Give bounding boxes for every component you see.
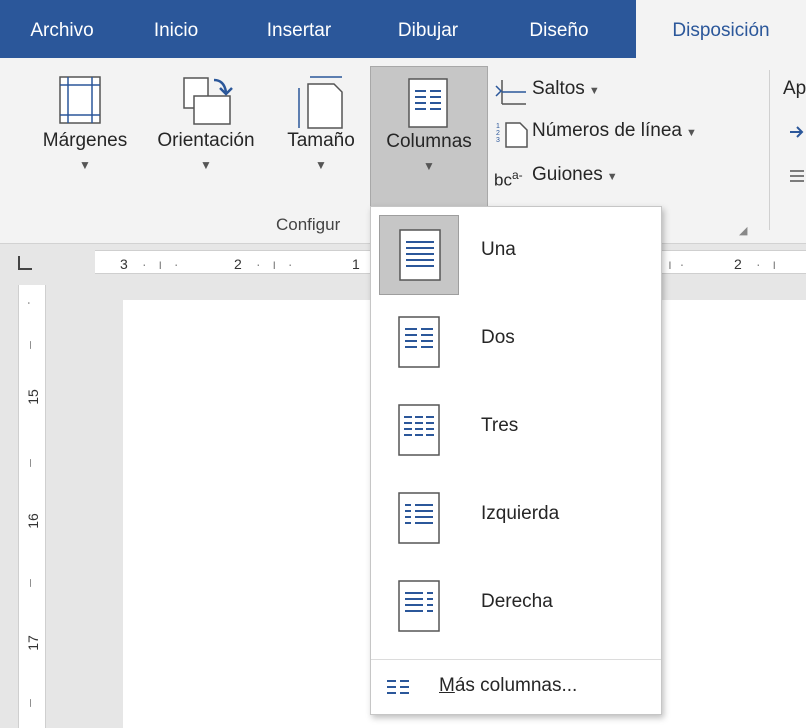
chevron-down-icon: ▼: [200, 158, 212, 172]
three-columns-icon-box: [379, 391, 459, 471]
ruler-tick: · ı ·: [142, 256, 179, 272]
columns-option-izquierda[interactable]: Izquierda: [377, 475, 655, 559]
breaks-icon: [495, 80, 526, 105]
chevron-down-icon: ▼: [315, 158, 327, 172]
size-button[interactable]: Tamaño ▼: [272, 66, 370, 236]
columns-option-label: Dos: [481, 327, 515, 348]
next-group-clipped-label: Ap: [783, 78, 806, 99]
dialog-launcher-icon[interactable]: ◢: [739, 224, 747, 237]
columns-option-label: Derecha: [481, 591, 553, 612]
tab-diseno[interactable]: Diseño: [514, 0, 604, 58]
columns-dropdown-menu: Una Dos Tres Izquierda Derecha Más colum…: [370, 206, 662, 715]
left-column-icon: [398, 492, 440, 544]
tab-selector-icon[interactable]: [18, 256, 32, 270]
hyphenation-label: Guiones ▼: [532, 164, 618, 185]
tab-dibujar[interactable]: Dibujar: [380, 0, 476, 58]
ribbon-tab-bar: Archivo Inicio Insertar Dibujar Diseño D…: [0, 0, 806, 58]
ruler-number: 16: [24, 513, 41, 529]
margins-button[interactable]: Márgenes ▼: [26, 66, 144, 236]
chevron-down-icon: ▼: [79, 158, 91, 172]
columns-option-una[interactable]: Una: [377, 211, 655, 295]
indent-icon[interactable]: [788, 124, 806, 140]
menu-divider: [371, 659, 661, 660]
svg-text:2: 2: [496, 130, 500, 137]
hyphenation-icon: bca-: [494, 168, 523, 190]
columns-icon: [408, 78, 448, 128]
columns-option-label: Izquierda: [481, 503, 560, 524]
chevron-down-icon: ▼: [685, 127, 697, 139]
chevron-down-icon: ▼: [606, 171, 618, 183]
three-columns-icon: [398, 404, 440, 456]
ruler-tick: –: [20, 699, 37, 707]
ruler-tick: ·: [19, 300, 36, 306]
orientation-button[interactable]: Orientación ▼: [142, 66, 270, 236]
right-column-icon: [398, 580, 440, 632]
line-numbers-label: Números de línea ▼: [532, 120, 697, 141]
tab-inicio[interactable]: Inicio: [136, 0, 216, 58]
tab-disposicion[interactable]: Disposición: [636, 0, 806, 58]
svg-text:1: 1: [496, 123, 500, 130]
ruler-number: 3: [120, 256, 128, 272]
two-columns-icon: [398, 316, 440, 368]
breaks-label: Saltos ▼: [532, 78, 600, 99]
columns-option-label: Tres: [481, 415, 519, 436]
columns-option-derecha[interactable]: Derecha: [377, 563, 655, 647]
ruler-number: 2: [234, 256, 242, 272]
left-column-icon-box: [379, 479, 459, 559]
more-columns-label: Más columnas...: [439, 675, 578, 696]
vertical-ruler: · – 15 – 16 – 17 –: [18, 285, 46, 728]
more-columns-button[interactable]: Más columnas...: [371, 661, 661, 713]
line-numbers-icon: 123: [496, 122, 528, 148]
ruler-tick: · ı ·: [256, 256, 293, 272]
chevron-down-icon: ▼: [423, 159, 435, 173]
margins-icon: [59, 76, 101, 124]
page-setup-group-label: Configur: [276, 215, 341, 234]
columns-option-label: Una: [481, 239, 516, 260]
ruler-tick: ı ·: [668, 256, 685, 272]
ruler-tick: –: [20, 579, 37, 587]
more-columns-icon: [387, 680, 409, 694]
page-size-icon: [298, 76, 343, 129]
right-column-icon-box: [379, 567, 459, 647]
one-column-icon-box: [379, 215, 459, 295]
size-label: Tamaño: [287, 130, 355, 151]
ruler-tick: · ı: [756, 256, 777, 272]
ruler-number: 2: [734, 256, 742, 272]
group-divider: [769, 70, 770, 230]
orientation-icon: [183, 77, 233, 125]
columns-option-dos[interactable]: Dos: [377, 299, 655, 383]
spacing-icon[interactable]: [788, 168, 806, 184]
two-columns-icon-box: [379, 303, 459, 383]
tab-insertar[interactable]: Insertar: [252, 0, 346, 58]
columns-label: Columnas: [386, 131, 472, 152]
chevron-down-icon: ▼: [588, 85, 600, 97]
one-column-icon: [399, 229, 441, 281]
orientation-label: Orientación: [157, 130, 255, 151]
margins-label: Márgenes: [42, 130, 128, 151]
svg-text:3: 3: [496, 137, 500, 144]
ruler-tick: –: [20, 459, 37, 467]
ruler-number: 17: [24, 635, 41, 651]
tab-archivo[interactable]: Archivo: [14, 0, 110, 58]
ruler-number: 15: [24, 389, 41, 405]
ruler-number: 1: [352, 256, 360, 272]
ruler-tick: –: [20, 341, 37, 349]
columns-option-tres[interactable]: Tres: [377, 387, 655, 471]
